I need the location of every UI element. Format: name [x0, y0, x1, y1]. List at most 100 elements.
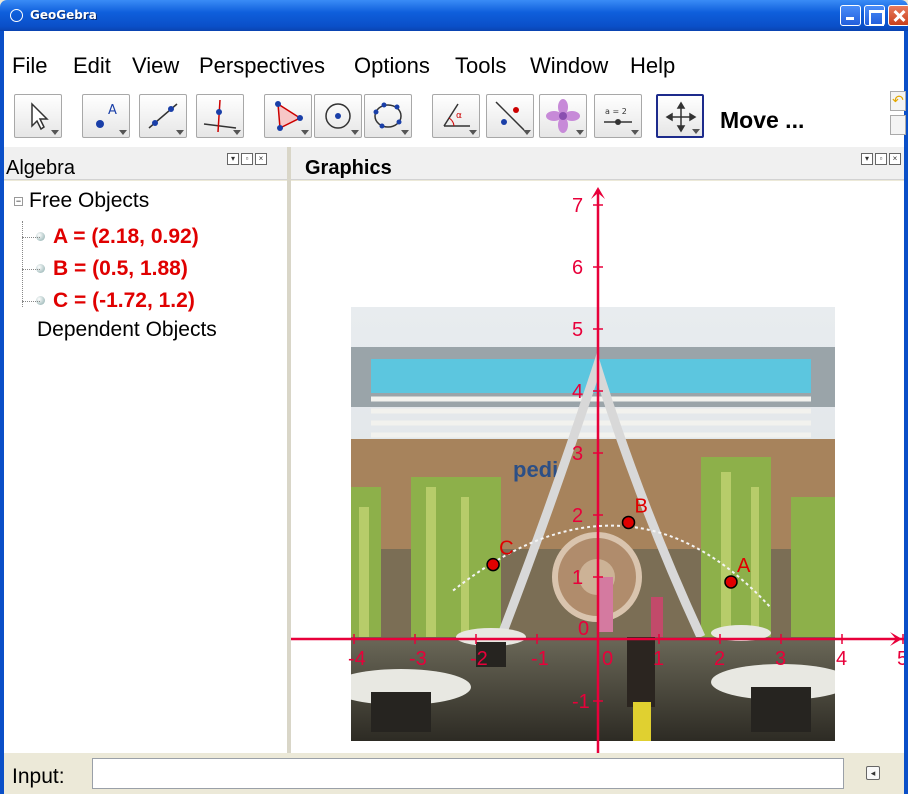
- undo-button[interactable]: ↶: [890, 91, 906, 111]
- axis-ticks: -4 -3 -2 -1 1 2 3 4 5 -1 1 2 3 4 5 6 7 00: [348, 195, 904, 713]
- slider-icon: a = 2: [604, 107, 632, 125]
- tool-reflect[interactable]: [486, 94, 534, 138]
- graphics-header-buttons: ▾ ▫ ×: [861, 153, 901, 165]
- input-label: Input:: [12, 765, 65, 788]
- point-b[interactable]: [621, 515, 636, 530]
- circle-icon: [325, 103, 351, 129]
- tool-slider[interactable]: a = 2: [594, 94, 642, 138]
- maximize-button[interactable]: [864, 5, 885, 26]
- y-tick-label: 1: [572, 567, 583, 589]
- point-label: B: [635, 495, 648, 517]
- svg-text:A: A: [108, 103, 117, 118]
- y-tick-label: 6: [572, 257, 583, 279]
- input-bar: Input: ◂: [4, 753, 904, 794]
- graphics-title: Graphics: [305, 157, 392, 179]
- tool-move[interactable]: [14, 94, 62, 138]
- x-tick-label: 3: [775, 648, 786, 670]
- undock-icon[interactable]: ▫: [241, 153, 253, 165]
- x-tick-label: 1: [653, 648, 664, 670]
- redo-button[interactable]: [890, 115, 906, 135]
- y-tick-label: 7: [572, 195, 583, 217]
- menu-window[interactable]: Window: [530, 53, 608, 79]
- perpendicular-line-icon: [203, 99, 237, 133]
- origin-label: 0: [602, 648, 613, 670]
- line-icon: [148, 103, 178, 129]
- algebra-header-buttons: ▾ ▫ ×: [227, 153, 267, 165]
- input-help-icon[interactable]: ◂: [866, 766, 880, 780]
- points-layer: A B C: [486, 495, 751, 589]
- algebra-object-a[interactable]: A = (2.18, 0.92): [22, 225, 199, 249]
- tool-polygon[interactable]: [264, 94, 312, 138]
- point-label: A: [737, 555, 751, 577]
- tool-move-graphics-view[interactable]: [656, 94, 704, 138]
- menu-tools[interactable]: Tools: [455, 53, 506, 79]
- undo-redo: ↶: [890, 91, 908, 139]
- tool-line[interactable]: [139, 94, 187, 138]
- object-label: C = (-1.72, 1.2): [53, 289, 195, 312]
- point-icon: A: [96, 103, 117, 128]
- title-bar: GeoGebra: [0, 0, 908, 31]
- x-tick-label: 4: [836, 648, 847, 670]
- menu-file[interactable]: File: [12, 53, 47, 79]
- object-label: A = (2.18, 0.92): [53, 225, 199, 248]
- close-view-icon[interactable]: ×: [889, 153, 901, 165]
- x-tick-label: 5: [897, 648, 904, 670]
- input-field[interactable]: [92, 758, 844, 789]
- mode-label: Move ...: [720, 107, 805, 133]
- window-title: GeoGebra: [30, 8, 97, 22]
- reflect-icon: [495, 101, 525, 131]
- window-frame-right: [904, 31, 908, 794]
- free-objects-node[interactable]: − Free Objects: [14, 189, 149, 213]
- tool-transform[interactable]: [539, 94, 587, 138]
- menu-toggle-icon[interactable]: ▾: [861, 153, 873, 165]
- flower-icon: [546, 99, 580, 133]
- conic-icon: [373, 102, 402, 129]
- angle-icon: α: [443, 103, 470, 127]
- graphics-header: Graphics ▾ ▫ ×: [291, 147, 904, 180]
- x-tick-label: -4: [348, 648, 366, 670]
- menu-options[interactable]: Options: [354, 53, 430, 79]
- origin-label: 0: [578, 618, 589, 640]
- object-label: B = (0.5, 1.88): [53, 257, 188, 280]
- undock-icon[interactable]: ▫: [875, 153, 887, 165]
- y-tick-label: 4: [572, 381, 583, 403]
- menu-edit[interactable]: Edit: [73, 53, 111, 79]
- algebra-view: − Free Objects A = (2.18, 0.92) B = (0.5,…: [4, 181, 287, 753]
- x-tick-label: 2: [714, 648, 725, 670]
- move-icon: [31, 102, 49, 131]
- minimize-button[interactable]: [840, 5, 861, 26]
- x-tick-label: -3: [409, 648, 427, 670]
- close-view-icon[interactable]: ×: [255, 153, 267, 165]
- svg-text:a = 2: a = 2: [605, 107, 627, 116]
- menu-toggle-icon[interactable]: ▾: [227, 153, 239, 165]
- tool-circle[interactable]: [314, 94, 362, 138]
- tool-angle[interactable]: α: [432, 94, 480, 138]
- algebra-object-b[interactable]: B = (0.5, 1.88): [22, 257, 188, 281]
- point-a[interactable]: [724, 575, 738, 589]
- menu-view[interactable]: View: [132, 53, 179, 79]
- tool-conic[interactable]: [364, 94, 412, 138]
- polygon-icon: [275, 101, 303, 131]
- point-label: C: [499, 538, 513, 560]
- y-tick-label: 2: [572, 505, 583, 527]
- toolbar: A α a = 2 Move ... ↶: [4, 83, 906, 147]
- menu-perspectives[interactable]: Perspectives: [199, 53, 325, 79]
- algebra-header: Algebra ▾ ▫ ×: [4, 147, 287, 180]
- algebra-object-c[interactable]: C = (-1.72, 1.2): [22, 289, 195, 313]
- svg-text:α: α: [456, 111, 462, 121]
- menu-help[interactable]: Help: [630, 53, 675, 79]
- x-tick-label: -2: [470, 648, 488, 670]
- algebra-title: Algebra: [6, 157, 75, 179]
- y-tick-label: -1: [572, 691, 590, 713]
- collapse-icon[interactable]: −: [14, 196, 23, 206]
- free-objects-label: Free Objects: [29, 189, 150, 212]
- graphics-view[interactable]: pedi -4 -3 -2 -1 1 2 3 4 5 -1 1 2 3 4 5 6 7 0 0 ABC: [291, 181, 904, 753]
- y-tick-label: 3: [572, 443, 583, 465]
- tool-point[interactable]: A: [82, 94, 130, 138]
- close-button[interactable]: [888, 5, 908, 26]
- tool-perpendicular[interactable]: [196, 94, 244, 138]
- point-c[interactable]: [486, 557, 500, 572]
- dependent-objects-node[interactable]: Dependent Objects: [37, 318, 217, 342]
- coordinate-plane: -4 -3 -2 -1 1 2 3 4 5 -1 1 2 3 4 5 6 7 00 A B C: [291, 187, 904, 753]
- geogebra-logo-icon: [10, 9, 23, 22]
